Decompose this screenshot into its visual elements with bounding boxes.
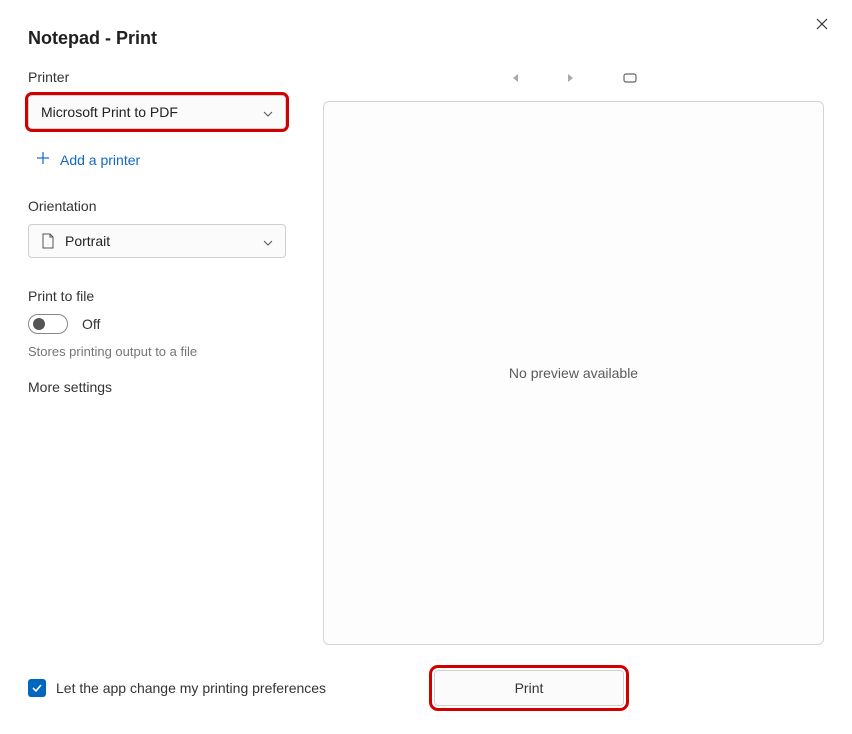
preferences-checkbox-row: Let the app change my printing preferenc… <box>28 679 326 697</box>
preview-panel: No preview available <box>323 69 824 645</box>
plus-icon <box>36 151 50 168</box>
main-area: Printer Microsoft Print to PDF Add a pri… <box>28 69 824 645</box>
print-to-file-label: Print to file <box>28 288 303 304</box>
document-icon <box>41 233 55 249</box>
settings-panel: Printer Microsoft Print to PDF Add a pri… <box>28 69 303 645</box>
printer-label: Printer <box>28 69 303 85</box>
print-button[interactable]: Print <box>434 670 624 706</box>
printer-selected: Microsoft Print to PDF <box>41 104 178 120</box>
preferences-label: Let the app change my printing preferenc… <box>56 680 326 696</box>
preview-message: No preview available <box>509 365 638 381</box>
orientation-dropdown[interactable]: Portrait <box>28 224 286 258</box>
orientation-selected: Portrait <box>65 233 110 249</box>
preview-next-button[interactable] <box>567 72 575 86</box>
print-to-file-section: Print to file Off Stores printing output… <box>28 288 303 395</box>
more-settings-link[interactable]: More settings <box>28 379 303 395</box>
orientation-section: Orientation Portrait <box>28 198 303 258</box>
fullscreen-icon <box>623 73 637 83</box>
print-to-file-toggle[interactable] <box>28 314 68 334</box>
preview-box: No preview available <box>323 101 824 645</box>
check-icon <box>31 683 43 693</box>
orientation-label: Orientation <box>28 198 303 214</box>
close-icon <box>816 18 828 30</box>
print-to-file-hint: Stores printing output to a file <box>28 344 303 359</box>
close-button[interactable] <box>812 14 832 34</box>
printer-dropdown[interactable]: Microsoft Print to PDF <box>28 95 286 129</box>
triangle-right-icon <box>567 73 575 83</box>
chevron-down-icon <box>263 104 273 120</box>
toggle-state-label: Off <box>82 316 100 332</box>
preview-prev-button[interactable] <box>511 72 519 86</box>
print-dialog: Notepad - Print Printer Microsoft Print … <box>0 0 852 734</box>
preferences-checkbox[interactable] <box>28 679 46 697</box>
triangle-left-icon <box>511 73 519 83</box>
preview-fullscreen-button[interactable] <box>623 70 637 88</box>
dialog-title: Notepad - Print <box>28 28 824 49</box>
add-printer-link[interactable]: Add a printer <box>28 151 303 168</box>
dialog-footer: Let the app change my printing preferenc… <box>28 645 824 734</box>
chevron-down-icon <box>263 233 273 249</box>
add-printer-label: Add a printer <box>60 152 140 168</box>
preview-controls <box>323 69 824 89</box>
toggle-knob <box>33 318 45 330</box>
